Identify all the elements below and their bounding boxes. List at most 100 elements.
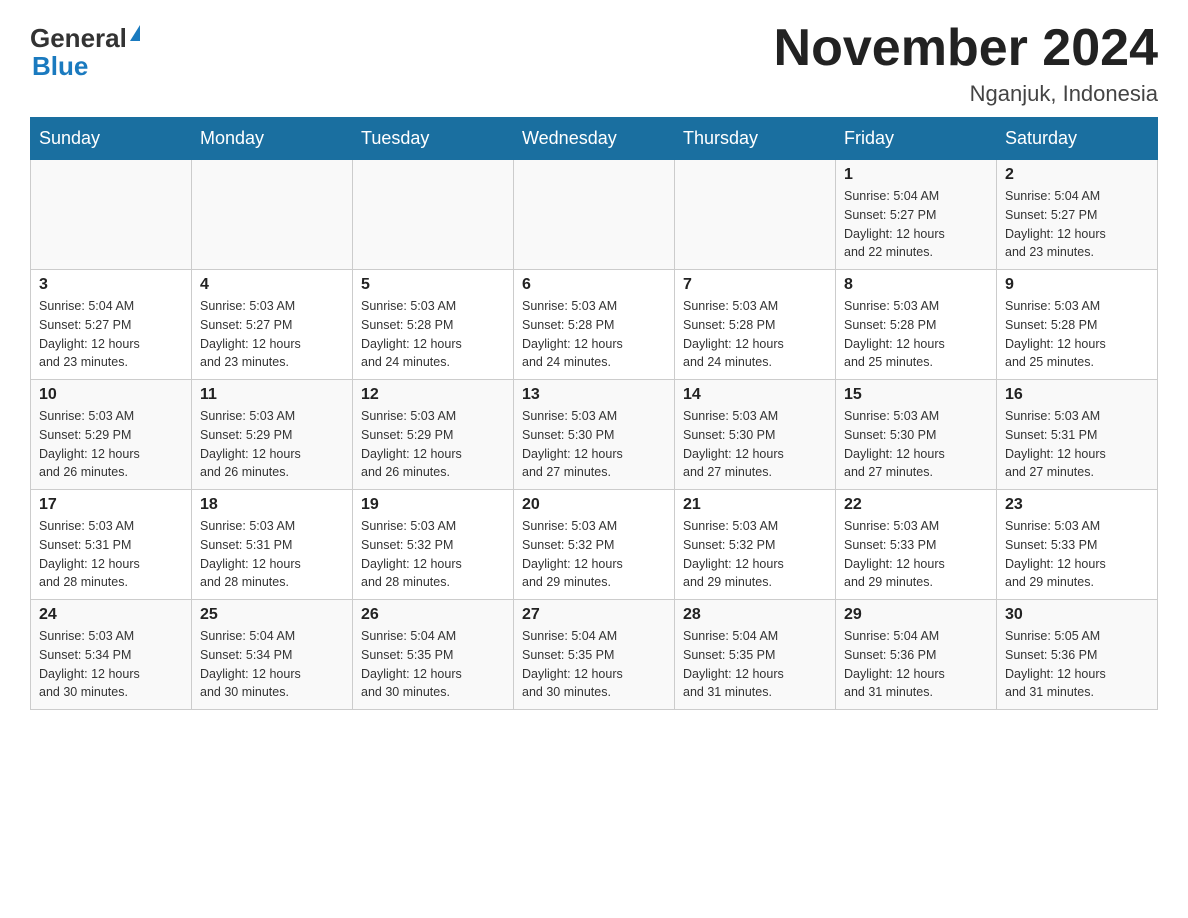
day-info: Sunrise: 5:03 AM Sunset: 5:27 PM Dayligh… — [200, 297, 344, 372]
day-info: Sunrise: 5:04 AM Sunset: 5:35 PM Dayligh… — [522, 627, 666, 702]
calendar-day-cell: 9Sunrise: 5:03 AM Sunset: 5:28 PM Daylig… — [997, 270, 1158, 380]
calendar-day-cell: 20Sunrise: 5:03 AM Sunset: 5:32 PM Dayli… — [514, 490, 675, 600]
day-info: Sunrise: 5:04 AM Sunset: 5:27 PM Dayligh… — [844, 187, 988, 262]
day-number: 27 — [522, 606, 666, 624]
day-number: 7 — [683, 276, 827, 294]
calendar-week-row: 3 Sunrise: 5:04 AM Sunset: 5:27 PM Daylig… — [31, 270, 1158, 380]
day-info: Sunrise: 5:03 AM Sunset: 5:31 PM Dayligh… — [1005, 407, 1149, 482]
day-info: Sunrise: 5:04 AM Sunset: 5:27 PM Dayligh… — [39, 297, 183, 372]
day-number: 18 — [200, 496, 344, 514]
day-number: 11 — [200, 386, 344, 404]
day-number: 10 — [39, 386, 183, 404]
day-number: 21 — [683, 496, 827, 514]
title-section: November 2024 Nganjuk, Indonesia — [774, 20, 1158, 107]
day-info: Sunrise: 5:04 AM Sunset: 5:36 PM Dayligh… — [844, 627, 988, 702]
location: Nganjuk, Indonesia — [774, 81, 1158, 107]
day-of-week-header: Monday — [192, 118, 353, 160]
day-number: 12 — [361, 386, 505, 404]
calendar-day-cell: 22 Sunrise: 5:03 AM Sunset: 5:33 PM Dayli… — [836, 490, 997, 600]
day-number: 1 — [844, 166, 988, 184]
day-of-week-header: Sunday — [31, 118, 192, 160]
logo-triangle-icon — [130, 25, 140, 41]
calendar-day-cell: 6 Sunrise: 5:03 AM Sunset: 5:28 PM Daylig… — [514, 270, 675, 380]
day-info: Sunrise: 5:04 AM Sunset: 5:35 PM Dayligh… — [683, 627, 827, 702]
calendar-day-cell: 16 Sunrise: 5:03 AM Sunset: 5:31 PM Dayli… — [997, 380, 1158, 490]
day-info: Sunrise: 5:04 AM Sunset: 5:35 PM Dayligh… — [361, 627, 505, 702]
calendar-day-cell: 27 Sunrise: 5:04 AM Sunset: 5:35 PM Dayli… — [514, 600, 675, 710]
day-number: 2 — [1005, 166, 1149, 184]
calendar-day-cell: 23 Sunrise: 5:03 AM Sunset: 5:33 PM Dayli… — [997, 490, 1158, 600]
calendar-day-cell: 11 Sunrise: 5:03 AM Sunset: 5:29 PM Dayli… — [192, 380, 353, 490]
day-of-week-header: Thursday — [675, 118, 836, 160]
calendar-day-cell: 4 Sunrise: 5:03 AM Sunset: 5:27 PM Daylig… — [192, 270, 353, 380]
day-number: 28 — [683, 606, 827, 624]
day-number: 17 — [39, 496, 183, 514]
calendar-day-cell: 30 Sunrise: 5:05 AM Sunset: 5:36 PM Dayli… — [997, 600, 1158, 710]
calendar-day-cell: 3 Sunrise: 5:04 AM Sunset: 5:27 PM Daylig… — [31, 270, 192, 380]
calendar-header-row: SundayMondayTuesdayWednesdayThursdayFrid… — [31, 118, 1158, 160]
day-info: Sunrise: 5:03 AM Sunset: 5:28 PM Dayligh… — [361, 297, 505, 372]
day-info: Sunrise: 5:03 AM Sunset: 5:29 PM Dayligh… — [200, 407, 344, 482]
calendar-day-cell — [353, 160, 514, 270]
day-info: Sunrise: 5:03 AM Sunset: 5:28 PM Dayligh… — [522, 297, 666, 372]
calendar-day-cell — [192, 160, 353, 270]
day-info: Sunrise: 5:03 AM Sunset: 5:28 PM Dayligh… — [844, 297, 988, 372]
calendar-day-cell: 21 Sunrise: 5:03 AM Sunset: 5:32 PM Dayli… — [675, 490, 836, 600]
day-number: 16 — [1005, 386, 1149, 404]
logo-blue: Blue — [32, 51, 88, 82]
day-number: 25 — [200, 606, 344, 624]
calendar-day-cell: 1 Sunrise: 5:04 AM Sunset: 5:27 PM Daylig… — [836, 160, 997, 270]
calendar-day-cell: 13Sunrise: 5:03 AM Sunset: 5:30 PM Dayli… — [514, 380, 675, 490]
day-info: Sunrise: 5:03 AM Sunset: 5:30 PM Dayligh… — [844, 407, 988, 482]
calendar-day-cell: 29Sunrise: 5:04 AM Sunset: 5:36 PM Dayli… — [836, 600, 997, 710]
day-info: Sunrise: 5:03 AM Sunset: 5:33 PM Dayligh… — [844, 517, 988, 592]
day-number: 23 — [1005, 496, 1149, 514]
day-info: Sunrise: 5:05 AM Sunset: 5:36 PM Dayligh… — [1005, 627, 1149, 702]
calendar-table: SundayMondayTuesdayWednesdayThursdayFrid… — [30, 117, 1158, 710]
calendar-day-cell: 26 Sunrise: 5:04 AM Sunset: 5:35 PM Dayli… — [353, 600, 514, 710]
day-info: Sunrise: 5:03 AM Sunset: 5:34 PM Dayligh… — [39, 627, 183, 702]
calendar-day-cell: 19 Sunrise: 5:03 AM Sunset: 5:32 PM Dayli… — [353, 490, 514, 600]
day-number: 5 — [361, 276, 505, 294]
day-number: 14 — [683, 386, 827, 404]
calendar-week-row: 1 Sunrise: 5:04 AM Sunset: 5:27 PM Daylig… — [31, 160, 1158, 270]
logo-general: General — [30, 25, 127, 51]
day-number: 4 — [200, 276, 344, 294]
calendar-day-cell: 28 Sunrise: 5:04 AM Sunset: 5:35 PM Dayli… — [675, 600, 836, 710]
day-number: 6 — [522, 276, 666, 294]
day-of-week-header: Saturday — [997, 118, 1158, 160]
day-info: Sunrise: 5:03 AM Sunset: 5:31 PM Dayligh… — [200, 517, 344, 592]
page-header: General Blue November 2024 Nganjuk, Indo… — [30, 20, 1158, 107]
day-info: Sunrise: 5:03 AM Sunset: 5:32 PM Dayligh… — [522, 517, 666, 592]
calendar-week-row: 10 Sunrise: 5:03 AM Sunset: 5:29 PM Dayli… — [31, 380, 1158, 490]
day-info: Sunrise: 5:04 AM Sunset: 5:27 PM Dayligh… — [1005, 187, 1149, 262]
day-info: Sunrise: 5:03 AM Sunset: 5:30 PM Dayligh… — [683, 407, 827, 482]
calendar-day-cell: 18 Sunrise: 5:03 AM Sunset: 5:31 PM Dayli… — [192, 490, 353, 600]
day-info: Sunrise: 5:03 AM Sunset: 5:31 PM Dayligh… — [39, 517, 183, 592]
day-info: Sunrise: 5:03 AM Sunset: 5:32 PM Dayligh… — [683, 517, 827, 592]
calendar-day-cell: 7 Sunrise: 5:03 AM Sunset: 5:28 PM Daylig… — [675, 270, 836, 380]
day-number: 26 — [361, 606, 505, 624]
day-info: Sunrise: 5:03 AM Sunset: 5:32 PM Dayligh… — [361, 517, 505, 592]
day-number: 22 — [844, 496, 988, 514]
calendar-day-cell — [514, 160, 675, 270]
day-of-week-header: Wednesday — [514, 118, 675, 160]
calendar-week-row: 24 Sunrise: 5:03 AM Sunset: 5:34 PM Dayli… — [31, 600, 1158, 710]
day-number: 30 — [1005, 606, 1149, 624]
day-number: 15 — [844, 386, 988, 404]
day-number: 9 — [1005, 276, 1149, 294]
day-of-week-header: Friday — [836, 118, 997, 160]
day-info: Sunrise: 5:03 AM Sunset: 5:30 PM Dayligh… — [522, 407, 666, 482]
day-number: 3 — [39, 276, 183, 294]
calendar-day-cell: 5 Sunrise: 5:03 AM Sunset: 5:28 PM Daylig… — [353, 270, 514, 380]
day-info: Sunrise: 5:04 AM Sunset: 5:34 PM Dayligh… — [200, 627, 344, 702]
day-of-week-header: Tuesday — [353, 118, 514, 160]
day-info: Sunrise: 5:03 AM Sunset: 5:33 PM Dayligh… — [1005, 517, 1149, 592]
day-number: 19 — [361, 496, 505, 514]
calendar-day-cell: 17 Sunrise: 5:03 AM Sunset: 5:31 PM Dayli… — [31, 490, 192, 600]
calendar-day-cell: 24 Sunrise: 5:03 AM Sunset: 5:34 PM Dayli… — [31, 600, 192, 710]
calendar-week-row: 17 Sunrise: 5:03 AM Sunset: 5:31 PM Dayli… — [31, 490, 1158, 600]
day-number: 24 — [39, 606, 183, 624]
day-info: Sunrise: 5:03 AM Sunset: 5:28 PM Dayligh… — [683, 297, 827, 372]
calendar-day-cell: 12Sunrise: 5:03 AM Sunset: 5:29 PM Dayli… — [353, 380, 514, 490]
